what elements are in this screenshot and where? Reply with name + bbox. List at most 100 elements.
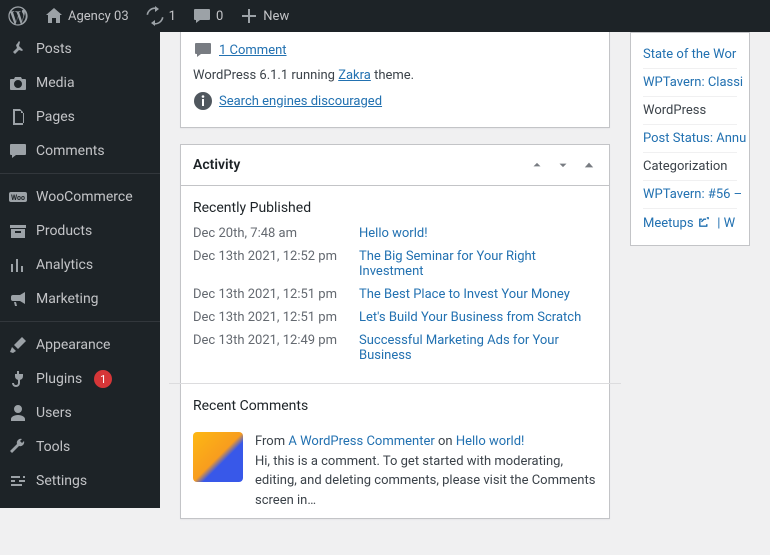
sidebar-item-marketing[interactable]: Marketing xyxy=(0,282,160,316)
wp-logo[interactable] xyxy=(0,0,36,32)
menu-separator xyxy=(0,168,160,174)
move-up-button[interactable] xyxy=(527,155,547,175)
activity-post-link[interactable]: The Best Place to Invest Your Money xyxy=(359,287,570,302)
brush-icon xyxy=(8,335,28,355)
sidebar-item-woocommerce[interactable]: Woo WooCommerce xyxy=(0,180,160,214)
comments-bubble[interactable]: 0 xyxy=(184,0,231,32)
activity-post-link[interactable]: Let's Build Your Business from Scratch xyxy=(359,310,581,325)
sidebar-item-products[interactable]: Products xyxy=(0,214,160,248)
at-a-glance-box: 1 Comment WordPress 6.1.1 running Zakra … xyxy=(180,32,610,128)
plus-icon xyxy=(239,6,259,26)
avatar xyxy=(193,432,243,482)
activity-post-date: Dec 13th 2021, 12:49 pm xyxy=(193,333,343,348)
chart-icon xyxy=(8,255,28,275)
external-link-icon xyxy=(697,216,711,231)
activity-post-row: Dec 13th 2021, 12:52 pm The Big Seminar f… xyxy=(193,249,597,279)
recently-published-heading: Recently Published xyxy=(193,200,597,216)
sidebar-item-label: Products xyxy=(36,223,92,239)
new-label: New xyxy=(263,9,289,24)
sliders-icon xyxy=(8,471,28,491)
activity-post-date: Dec 13th 2021, 12:52 pm xyxy=(193,249,343,264)
comment-from-label: From xyxy=(255,434,285,449)
comment-row: From A WordPress Commenter on Hello worl… xyxy=(193,424,597,510)
sidebar-item-label: Media xyxy=(36,75,75,91)
camera-icon xyxy=(8,73,28,93)
info-icon xyxy=(193,91,213,111)
comment-icon xyxy=(192,6,212,26)
updates-count: 1 xyxy=(169,9,176,24)
toggle-panel-button[interactable] xyxy=(579,155,599,175)
comment-body-text: Hi, this is a comment. To get started wi… xyxy=(255,454,595,508)
sidebar-item-tools[interactable]: Tools xyxy=(0,430,160,464)
activity-post-row: Dec 13th 2021, 12:51 pm The Best Place to… xyxy=(193,287,597,302)
update-badge: 1 xyxy=(94,370,112,388)
sidebar-item-label: Pages xyxy=(36,109,75,125)
sidebar-item-analytics[interactable]: Analytics xyxy=(0,248,160,282)
sidebar-item-label: Comments xyxy=(36,143,105,159)
meetups-link[interactable]: Meetups | W xyxy=(643,209,737,237)
comment-icon xyxy=(193,40,213,60)
sidebar-item-comments[interactable]: Comments xyxy=(0,134,160,168)
activity-post-row: Dec 13th 2021, 12:49 pm Successful Market… xyxy=(193,333,597,363)
theme-link[interactable]: Zakra xyxy=(338,68,371,83)
woo-icon: Woo xyxy=(8,187,28,207)
recent-comments-heading: Recent Comments xyxy=(193,398,597,414)
news-link[interactable]: Post Status: Annu xyxy=(643,125,737,153)
activity-post-link[interactable]: The Big Seminar for Your Right Investmen… xyxy=(359,249,536,279)
sidebar-item-label: Plugins xyxy=(36,371,82,387)
comment-post-link[interactable]: Hello world! xyxy=(456,434,525,449)
sidebar-item-appearance[interactable]: Appearance xyxy=(0,328,160,362)
sidebar-item-settings[interactable]: Settings xyxy=(0,464,160,498)
activity-post-row: Dec 20th, 7:48 am Hello world! xyxy=(193,226,597,241)
sidebar-item-label: Analytics xyxy=(36,257,93,273)
page-icon xyxy=(8,107,28,127)
sidebar-item-media[interactable]: Media xyxy=(0,66,160,100)
archive-icon xyxy=(8,221,28,241)
sidebar-item-pages[interactable]: Pages xyxy=(0,100,160,134)
wordpress-icon xyxy=(8,6,28,26)
site-name-link[interactable]: Agency 03 xyxy=(36,0,137,32)
activity-box: Activity Recently Published Dec 20th, 7:… xyxy=(180,144,610,519)
sidebar-item-label: Tools xyxy=(36,439,70,455)
new-content-link[interactable]: New xyxy=(231,0,297,32)
pin-icon xyxy=(8,39,28,59)
sidebar-item-posts[interactable]: Posts xyxy=(0,32,160,66)
news-box: State of the Wor WPTavern: Classi WordPr… xyxy=(630,32,750,246)
home-icon xyxy=(44,6,64,26)
move-down-button[interactable] xyxy=(553,155,573,175)
site-name-text: Agency 03 xyxy=(68,9,129,24)
comment-on-label: on xyxy=(438,434,453,449)
sidebar-item-plugins[interactable]: Plugins 1 xyxy=(0,362,160,396)
activity-post-date: Dec 13th 2021, 12:51 pm xyxy=(193,287,343,302)
activity-post-link[interactable]: Hello world! xyxy=(359,226,428,241)
sidebar-item-label: Posts xyxy=(36,41,72,57)
sidebar-item-label: Settings xyxy=(36,473,87,489)
activity-header: Activity xyxy=(181,145,609,186)
activity-title: Activity xyxy=(181,147,252,183)
news-link[interactable]: State of the Wor xyxy=(643,41,737,69)
comments-count: 0 xyxy=(216,9,223,24)
news-link[interactable]: Categorization xyxy=(643,153,737,181)
activity-post-date: Dec 13th 2021, 12:51 pm xyxy=(193,310,343,325)
sidebar-item-label: WooCommerce xyxy=(36,189,133,205)
news-link[interactable]: WPTavern: #56 – xyxy=(643,181,737,209)
sidebar-item-label: Marketing xyxy=(36,291,99,307)
sidebar-item-label: Appearance xyxy=(36,337,110,353)
news-link[interactable]: WordPress xyxy=(643,97,737,125)
comments-link[interactable]: 1 Comment xyxy=(219,43,287,58)
activity-post-link[interactable]: Successful Marketing Ads for Your Busine… xyxy=(359,333,559,363)
comment-author-link[interactable]: A WordPress Commenter xyxy=(288,434,434,449)
activity-post-row: Dec 13th 2021, 12:51 pm Let's Build Your … xyxy=(193,310,597,325)
news-link[interactable]: WPTavern: Classi xyxy=(643,69,737,97)
megaphone-icon xyxy=(8,289,28,309)
sidebar-item-users[interactable]: Users xyxy=(0,396,160,430)
plug-icon xyxy=(8,369,28,389)
menu-separator xyxy=(0,316,160,322)
seo-warning-link[interactable]: Search engines discouraged xyxy=(219,94,382,109)
wp-version-text: WordPress 6.1.1 running Zakra theme. xyxy=(193,68,597,83)
updates-link[interactable]: 1 xyxy=(137,0,184,32)
activity-post-date: Dec 20th, 7:48 am xyxy=(193,226,343,241)
svg-text:Woo: Woo xyxy=(11,194,25,202)
wrench-icon xyxy=(8,437,28,457)
user-icon xyxy=(8,403,28,423)
